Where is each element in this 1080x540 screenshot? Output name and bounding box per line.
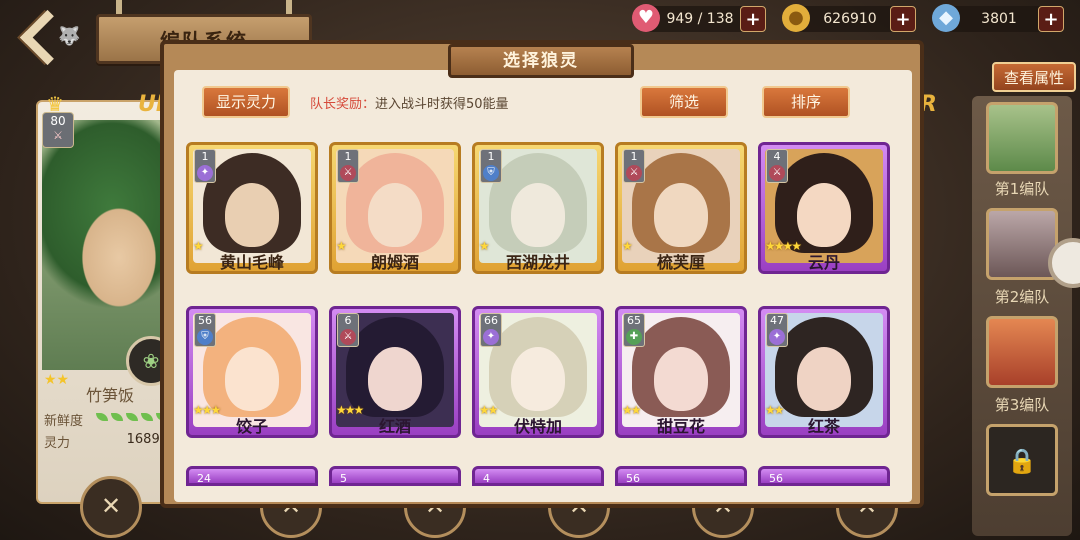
level-value: 65	[627, 314, 641, 327]
level-badge: 65 ✚	[623, 313, 645, 347]
wolf-card[interactable]: 56 ⛨ ★★★ 饺子	[186, 306, 318, 438]
wolf-name: 甜豆花	[656, 417, 705, 436]
star-rating: ★★	[622, 403, 641, 417]
wolf-card-partial[interactable]: 56	[758, 466, 890, 486]
wolf-card[interactable]: 65 ✚ ★★ 甜豆花	[615, 306, 747, 438]
level-badge: 56 ⛨	[194, 313, 216, 347]
resource-coin: ● 626910 +	[782, 4, 916, 32]
star-rating: ★★★	[193, 403, 221, 417]
heart-icon: ♥	[632, 4, 660, 32]
wolf-name: 朗姆酒	[370, 253, 419, 272]
star-rating: ★	[622, 239, 633, 253]
star-rating: ★★	[765, 403, 784, 417]
captain-bonus: 队长奖励：进入战斗时获得50能量	[310, 97, 509, 112]
wolf-name: 红酒	[378, 417, 411, 436]
team-1-slot[interactable]	[986, 102, 1058, 174]
power-row: 灵力 16892	[44, 432, 168, 451]
attack-type-icon: ⚔	[340, 329, 356, 345]
view-attributes-button[interactable]: 查看属性	[992, 62, 1076, 92]
level-value: 66	[484, 314, 498, 327]
level-badge: 1 ⚔	[623, 149, 645, 183]
level-badge: 4 ⚔	[766, 149, 788, 183]
star-rating: ★	[479, 239, 490, 253]
leader-level-badge: 80 ⚔	[42, 112, 74, 148]
attack-type-icon: ⚔	[769, 165, 785, 181]
leader-name: 竹笋饭	[85, 386, 134, 405]
sort-button[interactable]: 排序	[762, 86, 850, 118]
star-rating: ★★★★	[765, 239, 802, 253]
level-badge: 66 ✦	[480, 313, 502, 347]
team-2-label: 第2编队	[994, 288, 1050, 306]
wolf-card[interactable]: 6 ⚔ ★★★ 红酒	[329, 306, 461, 438]
star-rating: ★	[336, 239, 347, 253]
team-4-locked-slot[interactable]: 🔒	[986, 424, 1058, 496]
wolf-card[interactable]: 1 ⚔ ★ 梳芙厘	[615, 142, 747, 274]
wolf-card-partial[interactable]: 24	[186, 466, 318, 486]
team-3-label: 第3编队	[994, 396, 1050, 414]
heal-type-icon: ✚	[626, 329, 642, 345]
magic-type-icon: ✦	[483, 329, 499, 345]
add-stamina-button[interactable]: +	[740, 6, 766, 32]
star-rating: ★	[193, 239, 204, 253]
wolf-card[interactable]: 47 ✦ ★★ 红茶	[758, 306, 890, 438]
wolf-card[interactable]: 4 ⚔ ★★★★ 云丹	[758, 142, 890, 274]
defense-type-icon: ⛨	[483, 165, 499, 181]
level-value: 56	[198, 314, 212, 327]
level-value: 6	[344, 314, 352, 327]
wolf-card[interactable]: 66 ✦ ★★ 伏特加	[472, 306, 604, 438]
level-value: 1	[487, 150, 495, 163]
wolf-name: 西湖龙井	[505, 253, 570, 272]
modal-title: 选择狼灵	[448, 44, 634, 78]
lock-icon: 🔒	[1007, 447, 1037, 475]
wolf-name: 云丹	[807, 253, 840, 272]
wolf-name: 黄山毛峰	[219, 253, 284, 272]
level-value: 4	[773, 150, 781, 163]
magic-type-icon: ✦	[197, 165, 213, 181]
wolf-card[interactable]: 1 ⛨ ★ 西湖龙井	[472, 142, 604, 274]
magic-type-icon: ✦	[769, 329, 785, 345]
show-power-button[interactable]: 显示灵力	[202, 86, 290, 118]
filter-button[interactable]: 筛选	[640, 86, 728, 118]
level-badge: 1 ⚔	[337, 149, 359, 183]
add-coin-button[interactable]: +	[890, 6, 916, 32]
wolf-name: 梳芙厘	[656, 253, 705, 272]
defense-type-icon: ⛨	[197, 329, 213, 345]
wolf-card[interactable]: 1 ✦ ★ 黄山毛峰	[186, 142, 318, 274]
wolf-card[interactable]: 1 ⚔ ★ 朗姆酒	[329, 142, 461, 274]
cuisine-fork-knife-icon[interactable]: ✕	[80, 476, 142, 538]
freshness-row: 新鲜度	[40, 410, 176, 429]
attack-type-icon: ⚔	[53, 129, 63, 142]
freshness-leaves-icon	[93, 410, 168, 425]
wolf-card-partial[interactable]: 56	[615, 466, 747, 486]
attack-type-icon: ⚔	[626, 165, 642, 181]
wolf-icon: 🐺	[58, 26, 81, 47]
team-3-slot[interactable]	[986, 316, 1058, 388]
level-value: 47	[770, 314, 784, 327]
wolf-card-partial[interactable]: 4	[472, 466, 604, 486]
level-value: 1	[344, 150, 352, 163]
wolf-name: 伏特加	[513, 417, 562, 436]
resource-stamina: ♥ 949 / 138 +	[632, 4, 766, 32]
level-value: 1	[201, 150, 209, 163]
resource-crystal: ◆ 3801 +	[932, 4, 1064, 32]
level-badge: 6 ⚔	[337, 313, 359, 347]
star-rating: ★★★	[336, 403, 364, 417]
team-2-slot[interactable]	[986, 208, 1058, 280]
add-crystal-button[interactable]: +	[1038, 6, 1064, 32]
level-badge: 1 ✦	[194, 149, 216, 183]
level-value: 1	[630, 150, 638, 163]
wolf-name: 饺子	[235, 417, 268, 436]
team-1-label: 第1编队	[994, 180, 1050, 198]
wolf-card-grid: 1 ✦ ★ 黄山毛峰 1 ⚔ ★ 朗姆酒 1 ⛨ ★ 西湖龙井 1 ⚔ ★ 梳芙厘 4 ⚔ ★★★★ 云丹 56 ⛨ ★★★…	[180, 126, 898, 496]
level-badge: 1 ⛨	[480, 149, 502, 183]
back-button[interactable]: 🐺	[19, 9, 82, 66]
star-rating: ★★	[479, 403, 498, 417]
wolf-card-partial[interactable]: 5	[329, 466, 461, 486]
wolf-name: 红茶	[807, 417, 840, 436]
attack-type-icon: ⚔	[340, 165, 356, 181]
level-badge: 47 ✦	[766, 313, 788, 347]
coin-icon: ●	[782, 4, 810, 32]
crystal-icon: ◆	[932, 4, 960, 32]
